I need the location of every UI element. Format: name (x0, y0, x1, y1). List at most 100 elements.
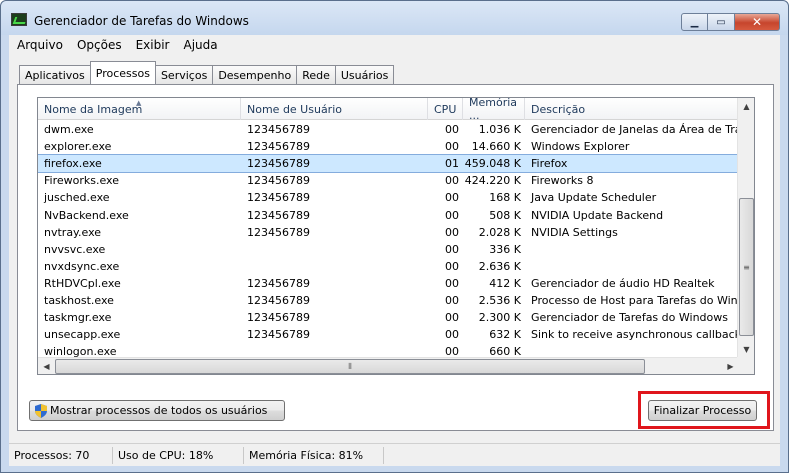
maximize-button[interactable]: ▭ (708, 13, 735, 31)
cell-memory: 632 K (489, 328, 521, 342)
end-process-button[interactable]: Finalizar Processo (648, 400, 757, 421)
menu-exibir[interactable]: Exibir (136, 38, 170, 52)
process-row[interactable]: unsecapp.exe 123456789 00 632 K Sink to rece… (38, 326, 739, 343)
column-memory[interactable]: Memória ... (463, 97, 525, 122)
cell-cpu: 00 (445, 174, 459, 188)
cell-image-name: taskmgr.exe (44, 311, 112, 325)
process-row[interactable]: dwm.exe 123456789 00 1.036 K Gerenciador de … (38, 121, 739, 138)
close-icon: ✕ (751, 15, 763, 29)
menu-arquivo[interactable]: Arquivo (17, 38, 63, 52)
show-all-users-processes-button[interactable]: Mostrar processos de todos os usuários (29, 400, 285, 421)
uac-shield-icon (35, 404, 47, 418)
menu-opcoes[interactable]: Opções (77, 38, 122, 52)
cell-description: Gerenciador de Janelas da Área de Trabal… (531, 123, 739, 137)
scroll-down-icon[interactable]: ▼ (738, 341, 754, 358)
task-manager-icon (11, 13, 27, 26)
cell-memory: 2.536 K (478, 293, 521, 307)
cell-user-name: 123456789 (247, 191, 310, 205)
cell-memory: 2.028 K (478, 225, 521, 239)
title-bar[interactable]: Gerenciador de Tarefas do Windows ▁ ▭ ✕ (1, 1, 788, 35)
cell-description: Gerenciador de áudio HD Realtek (531, 276, 715, 290)
process-row[interactable]: taskhost.exe 123456789 00 2.536 K Processo d… (38, 292, 739, 309)
cell-description: Windows Explorer (531, 140, 630, 154)
close-button[interactable]: ✕ (735, 13, 780, 31)
column-user-name[interactable]: Nome de Usuário (241, 98, 428, 120)
caption-buttons: ▁ ▭ ✕ (681, 13, 780, 31)
cell-cpu: 00 (445, 293, 459, 307)
cell-description: Fireworks 8 (531, 174, 594, 188)
cell-image-name: nvtray.exe (44, 225, 102, 239)
column-label: Memória ... (469, 97, 518, 122)
cell-image-name: jusched.exe (44, 191, 110, 205)
column-header-row: Nome da Imagem ▲ Nome de Usuário CPU Mem… (38, 97, 739, 122)
cell-cpu: 00 (445, 140, 459, 154)
tab-desempenho[interactable]: Desempenho (212, 65, 298, 84)
cell-image-name: RtHDVCpl.exe (44, 276, 121, 290)
process-row[interactable]: firefox.exe 123456789 01 459.048 K Firefox (38, 154, 740, 174)
tab-usuarios[interactable]: Usuários (334, 65, 395, 84)
process-row[interactable]: jusched.exe 123456789 00 168 K Java Update S… (38, 189, 739, 206)
maximize-icon: ▭ (716, 16, 726, 28)
cell-user-name: 123456789 (247, 225, 310, 239)
column-description[interactable]: Descrição (525, 98, 739, 120)
status-physical-memory: Memória Física: 81% (244, 446, 384, 464)
process-row[interactable]: NvBackend.exe 123456789 00 508 K NVIDIA Upda… (38, 206, 739, 223)
process-row[interactable]: Fireworks.exe 123456789 00 424.220 K Firewor… (38, 172, 739, 189)
process-row[interactable]: nvxdsync.exe 00 2.636 K (38, 258, 739, 275)
cell-user-name: 123456789 (247, 276, 310, 290)
cell-image-name: unsecapp.exe (44, 328, 121, 342)
task-manager-window: Gerenciador de Tarefas do Windows ▁ ▭ ✕ … (0, 0, 789, 473)
process-list[interactable]: Nome da Imagem ▲ Nome de Usuário CPU Mem… (37, 97, 755, 375)
vertical-scrollbar[interactable]: ▲ ≡ ▼ (737, 98, 754, 358)
cell-memory: 459.048 K (464, 157, 521, 171)
cell-user-name: 123456789 (247, 157, 310, 171)
cell-user-name: 123456789 (247, 123, 310, 137)
process-row[interactable]: RtHDVCpl.exe 123456789 00 412 K Gerenciador … (38, 275, 739, 292)
minimize-icon: ▁ (690, 16, 699, 28)
scroll-up-icon[interactable]: ▲ (738, 98, 754, 115)
column-label: Nome de Usuário (247, 102, 342, 116)
cell-image-name: Fireworks.exe (44, 174, 119, 188)
cell-user-name: 123456789 (247, 208, 310, 222)
cell-user-name: 123456789 (247, 293, 310, 307)
horizontal-scroll-thumb[interactable]: ⦀ (55, 359, 645, 374)
process-row[interactable]: explorer.exe 123456789 00 14.660 K Windows E… (38, 138, 739, 155)
cell-cpu: 00 (445, 276, 459, 290)
process-row[interactable]: nvtray.exe 123456789 00 2.028 K NVIDIA Setti… (38, 224, 739, 241)
cell-memory: 14.660 K (471, 140, 521, 154)
tab-aplicativos[interactable]: Aplicativos (19, 65, 91, 84)
menu-bar: Arquivo Opções Exibir Ajuda (9, 35, 780, 55)
vertical-scroll-thumb[interactable]: ≡ (739, 198, 754, 336)
cell-cpu: 00 (445, 191, 459, 205)
tab-servicos[interactable]: Serviços (154, 65, 214, 84)
minimize-button[interactable]: ▁ (681, 13, 708, 31)
cell-user-name: 123456789 (247, 174, 310, 188)
tab-processos[interactable]: Processos (89, 61, 156, 84)
cell-cpu: 00 (445, 225, 459, 239)
status-bar: Processos: 70 Uso de CPU: 18% Memória Fí… (9, 443, 780, 466)
cell-cpu: 00 (445, 259, 459, 273)
cell-cpu: 00 (445, 311, 459, 325)
scroll-corner (737, 357, 754, 374)
scroll-left-icon[interactable]: ◀ (38, 358, 55, 374)
cell-image-name: firefox.exe (44, 157, 102, 171)
column-cpu[interactable]: CPU (428, 98, 463, 120)
process-row[interactable]: nvvsvc.exe 00 336 K (38, 241, 739, 258)
cell-description: Firefox (531, 157, 568, 171)
column-image-name[interactable]: Nome da Imagem ▲ (38, 98, 241, 120)
cell-memory: 336 K (489, 242, 521, 256)
cell-user-name: 123456789 (247, 328, 310, 342)
cell-memory: 412 K (489, 276, 521, 290)
tab-rede[interactable]: Rede (296, 65, 336, 84)
column-label: Descrição (531, 102, 586, 116)
cell-memory: 2.636 K (478, 259, 521, 273)
cell-cpu: 00 (445, 328, 459, 342)
horizontal-scrollbar[interactable]: ◀ ⦀ ▶ (38, 357, 739, 374)
menu-ajuda[interactable]: Ajuda (183, 38, 217, 52)
cell-memory: 508 K (489, 208, 521, 222)
cell-image-name: NvBackend.exe (44, 208, 129, 222)
cell-memory: 168 K (489, 191, 521, 205)
cell-image-name: nvxdsync.exe (44, 259, 120, 273)
cell-description: NVIDIA Settings (531, 225, 618, 239)
process-row[interactable]: taskmgr.exe 123456789 00 2.300 K Gerenciador… (38, 309, 739, 326)
